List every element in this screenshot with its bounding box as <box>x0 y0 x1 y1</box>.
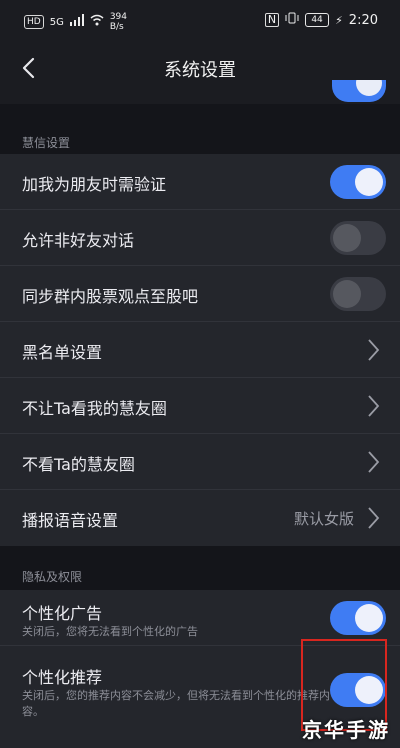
row-friend-verify[interactable]: 加我为朋友时需验证 <box>0 154 400 210</box>
sync-stock-toggle[interactable] <box>330 277 386 311</box>
hd-indicator: HD <box>24 15 44 29</box>
watermark: 京华手游 <box>302 718 390 742</box>
row-label: 黑名单设置 <box>22 343 103 362</box>
non-friend-chat-toggle[interactable] <box>330 221 386 255</box>
row-label: 个性化广告 <box>22 604 103 623</box>
charging-icon: ⚡ <box>335 13 343 27</box>
section-header-privacy: 隐私及权限 <box>0 546 400 590</box>
row-description: 关闭后，您将无法看到个性化的广告 <box>22 625 198 638</box>
row-hide-circle[interactable]: 不让Ta看我的慧友圈 <box>0 378 400 434</box>
section-header-huixin: 慧信设置 <box>0 104 400 154</box>
toggle-knob <box>333 280 361 308</box>
friend-verify-toggle[interactable] <box>330 165 386 199</box>
status-bar: HD 5G 394 B/s N 44 ⚡ 2:20 <box>0 0 400 44</box>
page-title: 系统设置 <box>164 60 236 81</box>
row-label: 不看Ta的慧友圈 <box>22 455 135 474</box>
signal-indicator: 5G <box>49 16 64 28</box>
chevron-right-icon <box>368 339 380 361</box>
row-personal-ads[interactable]: 个性化广告 关闭后，您将无法看到个性化的广告 <box>0 590 400 646</box>
status-left: HD 5G 394 B/s <box>24 12 127 32</box>
toggle-knob <box>355 168 383 196</box>
nfc-icon: N <box>264 13 280 27</box>
toggle-knob <box>333 224 361 252</box>
row-sync-stock[interactable]: 同步群内股票观点至股吧 <box>0 266 400 322</box>
toggle-knob <box>356 80 382 96</box>
row-label: 加我为朋友时需验证 <box>22 175 167 194</box>
row-label: 允许非好友对话 <box>22 231 135 250</box>
chevron-right-icon <box>368 507 380 529</box>
row-label: 不让Ta看我的慧友圈 <box>22 399 167 418</box>
section-title: 慧信设置 <box>22 136 71 150</box>
signal-bars-icon <box>69 14 84 30</box>
row-description: 关闭后，您的推荐内容不会减少，但将无法看到个性化的推荐内容。 <box>22 689 330 718</box>
chevron-right-icon <box>368 395 380 417</box>
battery-icon: 44 <box>305 13 330 27</box>
section-title: 隐私及权限 <box>22 570 83 584</box>
row-label: 同步群内股票观点至股吧 <box>22 287 199 306</box>
row-not-view-circle[interactable]: 不看Ta的慧友圈 <box>0 434 400 490</box>
row-blacklist[interactable]: 黑名单设置 <box>0 322 400 378</box>
row-voice[interactable]: 播报语音设置 默认女版 <box>0 490 400 546</box>
clock: 2:20 <box>348 12 378 28</box>
speed-value: 394 <box>109 12 128 22</box>
row-label: 个性化推荐 <box>22 668 103 687</box>
speed-unit: B/s <box>109 22 124 32</box>
network-speed: 394 B/s <box>110 12 127 32</box>
vibrate-icon <box>285 12 299 28</box>
status-right: N 44 ⚡ 2:20 <box>264 12 378 28</box>
wifi-icon <box>90 14 104 30</box>
scrolled-toggle[interactable] <box>332 80 386 102</box>
personal-ads-toggle[interactable] <box>330 601 386 635</box>
row-label: 播报语音设置 <box>22 511 119 530</box>
voice-value: 默认女版 <box>293 510 354 528</box>
toggle-knob <box>355 604 383 632</box>
row-non-friend-chat[interactable]: 允许非好友对话 <box>0 210 400 266</box>
chevron-right-icon <box>368 451 380 473</box>
